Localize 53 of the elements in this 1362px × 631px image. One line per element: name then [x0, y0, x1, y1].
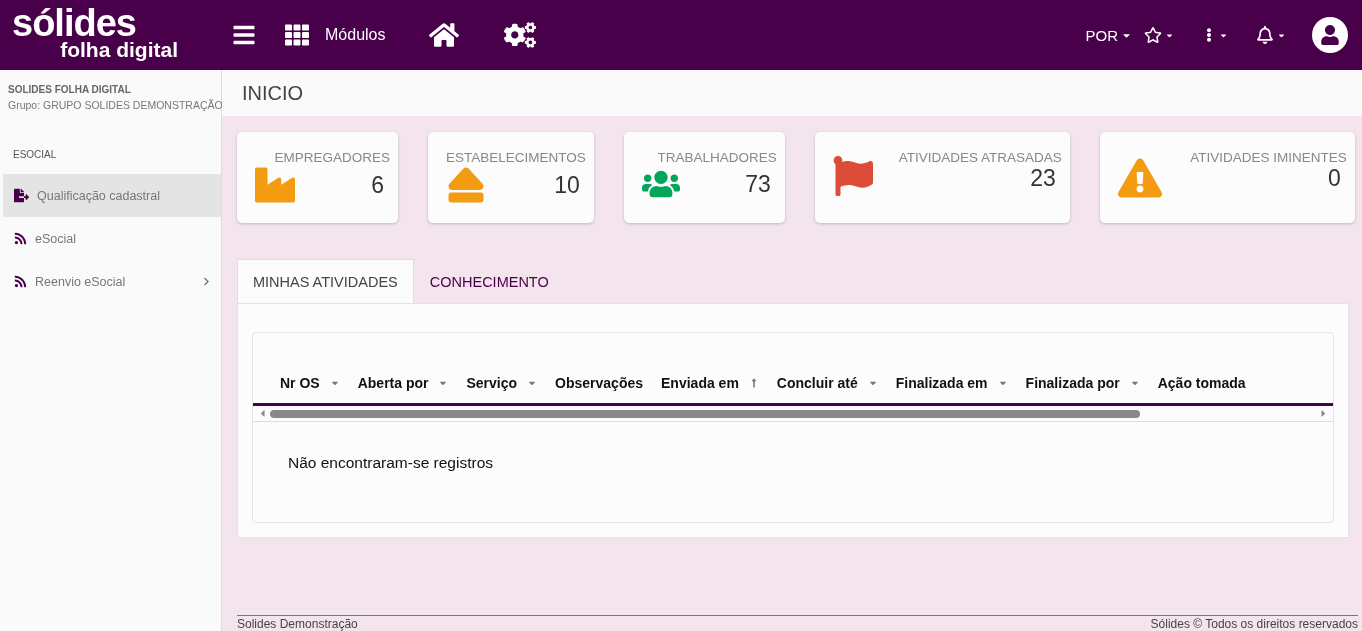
stat-value: 73 — [745, 170, 771, 198]
menu-icon — [232, 23, 256, 47]
bell-icon — [1256, 26, 1274, 44]
column-header[interactable]: Finalizada em — [895, 375, 988, 391]
stat-value: 23 — [1030, 165, 1056, 192]
sidebar-item[interactable]: eSocial — [3, 217, 221, 260]
stat-label: ATIVIDADES ATRASADAS — [898, 150, 1062, 165]
stat-value: 0 — [1328, 165, 1341, 192]
grid-icon — [285, 23, 309, 47]
company-name: SOLIDES FOLHA DIGITAL — [7, 83, 132, 97]
warning-icon — [1117, 156, 1162, 200]
stat-label: TRABALHADORES — [656, 150, 777, 165]
group-name: Grupo: GRUPO SOLIDES DEMONSTRAÇÃO — [7, 99, 221, 111]
sidebar-item[interactable]: Reenvio eSocial — [3, 260, 221, 303]
stat-label: ATIVIDADES IMINENTES — [1190, 150, 1347, 165]
language-dropdown[interactable]: POR — [1085, 26, 1132, 44]
feed-icon — [14, 275, 27, 288]
column-header[interactable]: Aberta por — [357, 375, 429, 391]
column-header[interactable]: Ação tomada — [1157, 375, 1246, 391]
copyright-text: Sólides © Todos os direitos reservados — [1150, 617, 1358, 631]
home-icon — [429, 20, 460, 50]
column-header[interactable]: Concluir até — [776, 375, 858, 391]
stat-label: ESTABELECIMENTOS — [446, 150, 586, 165]
flag-icon — [832, 156, 873, 196]
column-header[interactable]: Observações — [555, 375, 644, 391]
tab[interactable]: CONHECIMENTO — [413, 259, 565, 303]
logo: sólides folha digital — [12, 10, 178, 60]
page-title: INICIO — [242, 81, 304, 105]
eject-icon — [446, 165, 486, 205]
star-icon — [1144, 26, 1162, 44]
column-header[interactable]: Enviada em — [661, 375, 739, 391]
settings-button[interactable] — [504, 19, 537, 51]
notifications-button[interactable] — [1256, 26, 1286, 44]
feed-icon — [14, 232, 27, 245]
section-heading: ESOCIAL — [12, 148, 58, 162]
avatar[interactable] — [1312, 17, 1348, 53]
column-header[interactable]: Nr OS — [280, 375, 320, 391]
column-header[interactable]: Finalizada por — [1025, 375, 1120, 391]
tab[interactable]: MINHAS ATIVIDADES — [237, 259, 414, 303]
column-header[interactable]: Serviço — [466, 375, 518, 391]
stat-value: 10 — [554, 171, 580, 199]
settings-icon — [504, 19, 537, 51]
menu-button[interactable] — [232, 23, 256, 47]
stat-value: 6 — [371, 171, 384, 199]
file-export-icon — [14, 188, 29, 203]
footer-text: Solides Demonstração — [237, 617, 358, 631]
favorites-button[interactable] — [1144, 26, 1174, 44]
home-button[interactable] — [429, 20, 460, 50]
factory-icon — [255, 165, 295, 205]
modules-button[interactable]: Módulos — [285, 23, 386, 47]
stat-label: EMPREGADORES — [273, 150, 390, 165]
empty-message: Não encontraram-se registros — [287, 453, 495, 473]
sidebar-item[interactable]: Qualificação cadastral — [3, 174, 221, 217]
